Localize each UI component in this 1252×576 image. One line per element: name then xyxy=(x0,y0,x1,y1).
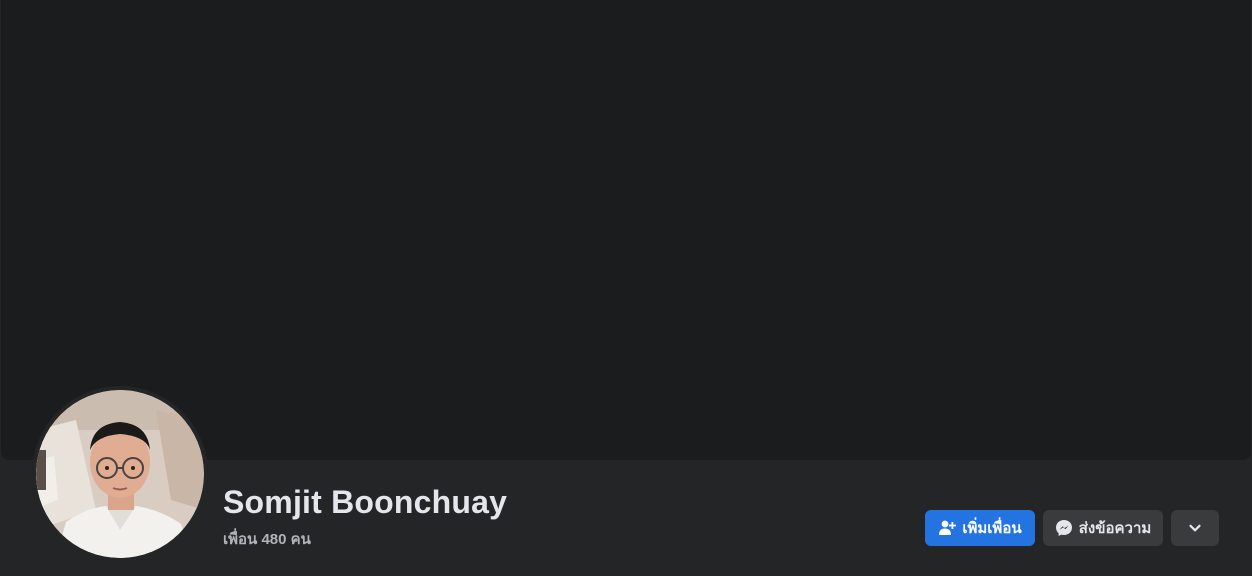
more-options-button[interactable] xyxy=(1171,510,1219,546)
message-label: ส่งข้อความ xyxy=(1078,520,1152,537)
profile-name: Somjit Boonchuay xyxy=(223,484,508,520)
messenger-icon xyxy=(1055,519,1073,537)
message-button[interactable]: ส่งข้อความ xyxy=(1043,510,1163,546)
profile-picture[interactable] xyxy=(36,390,204,558)
add-friend-label: เพิ่มเพื่อน xyxy=(962,520,1022,537)
add-friend-icon xyxy=(938,519,957,537)
profile-header: Somjit Boonchuay เพื่อน 480 คน เพิ่มเพื่… xyxy=(0,0,1252,576)
cover-photo[interactable] xyxy=(1,0,1251,460)
add-friend-button[interactable]: เพิ่มเพื่อน xyxy=(925,510,1035,546)
avatar-ring xyxy=(32,386,208,562)
chevron-down-icon xyxy=(1186,519,1204,537)
friends-count[interactable]: เพื่อน 480 คน xyxy=(223,527,311,551)
profile-actions: เพิ่มเพื่อน ส่งข้อความ xyxy=(925,510,1219,546)
